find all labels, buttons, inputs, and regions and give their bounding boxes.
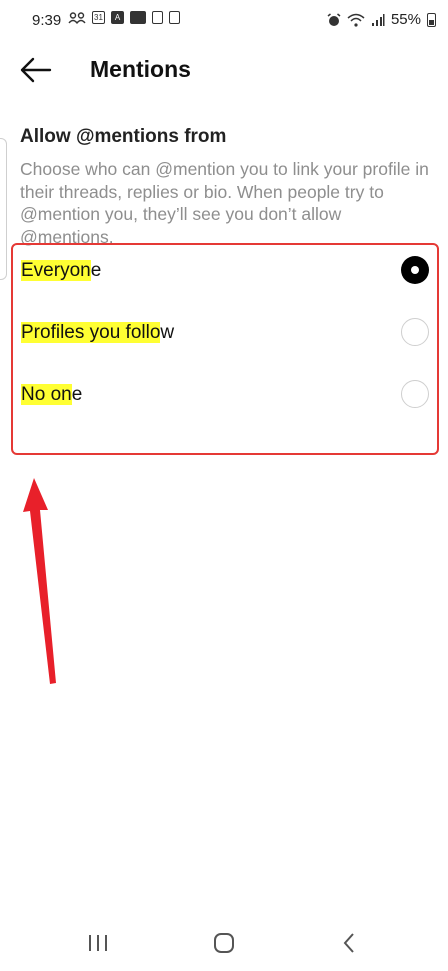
radio-selected[interactable] xyxy=(401,256,429,284)
option-no-one[interactable]: No one xyxy=(13,370,437,422)
home-button[interactable] xyxy=(204,928,244,958)
section-description: Choose who can @mention you to link your… xyxy=(20,159,429,247)
radio-unselected[interactable] xyxy=(401,318,429,346)
calendar-icon: 31 xyxy=(92,11,105,24)
text: e xyxy=(71,384,83,405)
recents-button[interactable] xyxy=(78,928,118,958)
section-title: Allow @mentions from xyxy=(20,126,227,147)
header: Mentions xyxy=(0,44,448,96)
back-icon xyxy=(343,933,354,953)
page-title: Mentions xyxy=(90,56,191,82)
highlighted-text: Profiles you follo xyxy=(21,322,161,343)
radio-unselected[interactable] xyxy=(401,380,429,408)
wifi-icon xyxy=(347,13,365,27)
arrow-left-icon xyxy=(20,57,52,83)
people-icon xyxy=(68,11,86,24)
highlighted-text: Everyon xyxy=(21,260,91,281)
text: w xyxy=(160,322,175,343)
status-bar: 9:39 31 A 55% xyxy=(0,0,448,40)
highlighted-text: No on xyxy=(21,384,72,405)
option-label: Profiles you follow xyxy=(21,322,174,344)
battery-percent: 55% xyxy=(390,11,421,28)
signal-icon xyxy=(371,13,385,26)
phone-icon xyxy=(152,11,163,24)
recents-icon xyxy=(89,935,107,951)
text: e xyxy=(90,260,102,281)
news-icon xyxy=(130,11,146,24)
option-label: No one xyxy=(21,384,82,406)
option-everyone[interactable]: Everyone xyxy=(13,246,437,298)
phone-icon xyxy=(169,11,180,24)
option-profiles-you-follow[interactable]: Profiles you follow xyxy=(13,308,437,360)
home-icon xyxy=(214,933,234,953)
back-button[interactable] xyxy=(16,54,56,86)
option-label: Everyone xyxy=(21,260,101,282)
background-page-edge xyxy=(0,138,7,280)
system-icons: 55% xyxy=(327,11,436,28)
notification-icons: 31 A xyxy=(68,11,180,24)
a-icon: A xyxy=(111,11,124,24)
mentions-options-group: Everyone Profiles you follow No one xyxy=(11,243,439,455)
system-nav-bar xyxy=(0,920,448,971)
alarm-icon xyxy=(327,12,341,26)
status-time: 9:39 xyxy=(32,12,62,29)
battery-icon xyxy=(427,12,436,27)
nav-back-button[interactable] xyxy=(330,928,370,958)
annotation-arrow xyxy=(23,478,56,684)
